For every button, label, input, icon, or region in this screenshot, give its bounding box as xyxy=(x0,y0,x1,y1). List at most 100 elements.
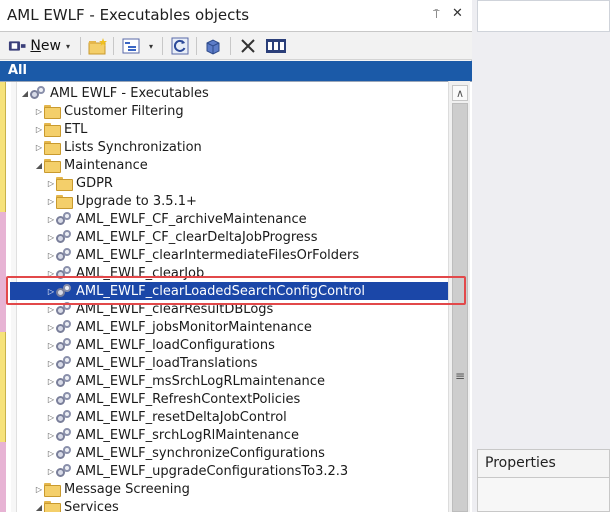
collapsed-arrow-icon[interactable]: ▷ xyxy=(46,377,56,386)
folder-icon xyxy=(56,195,73,209)
filter-label: All xyxy=(8,63,27,78)
tree-item-label: AML EWLF - Executables xyxy=(50,85,209,101)
collapsed-arrow-icon[interactable]: ▷ xyxy=(46,305,56,314)
delete-button[interactable] xyxy=(237,35,259,57)
tree-item-folder[interactable]: ◢ Maintenance xyxy=(34,156,444,174)
collapsed-arrow-icon[interactable]: ▷ xyxy=(46,449,56,458)
tree-item-label: Lists Synchronization xyxy=(64,139,202,155)
tree-item-executable[interactable]: ▷ AML_EWLF_synchronizeConfigurations xyxy=(46,444,444,462)
executable-icon xyxy=(56,410,72,424)
new-dropdown-caret-icon[interactable]: ▾ xyxy=(66,42,70,51)
toolbar: New ▾ ▾ xyxy=(0,32,472,60)
tree-item-label: Customer Filtering xyxy=(64,103,184,119)
tree-item-folder[interactable]: ▷ Upgrade to 3.5.1+ xyxy=(46,192,444,210)
folder-icon xyxy=(56,177,73,191)
executable-icon xyxy=(56,266,72,280)
folder-icon xyxy=(44,105,61,119)
properties-title: Properties xyxy=(485,455,556,471)
collapsed-arrow-icon[interactable]: ▷ xyxy=(46,215,56,224)
collapsed-arrow-icon[interactable]: ▷ xyxy=(34,485,44,494)
expanded-arrow-icon[interactable]: ◢ xyxy=(34,161,44,170)
tree-vertical-scrollbar[interactable]: ∧ ≡ xyxy=(448,81,470,512)
tree-item-folder[interactable]: ▷ GDPR xyxy=(46,174,444,192)
gutter-marker xyxy=(0,442,6,512)
collapsed-arrow-icon[interactable]: ▷ xyxy=(46,395,56,404)
tree-item-label: Message Screening xyxy=(64,481,190,497)
properties-panel-header[interactable]: Properties xyxy=(477,449,610,477)
collapsed-arrow-icon[interactable]: ▷ xyxy=(34,143,44,152)
toolbar-separator xyxy=(230,37,231,55)
toolbar-separator xyxy=(196,37,197,55)
executable-icon xyxy=(56,302,72,316)
properties-button[interactable] xyxy=(202,35,224,57)
executable-icon xyxy=(56,212,72,226)
tree-item-executable[interactable]: ▷ AML_EWLF_resetDeltaJobControl xyxy=(46,408,444,426)
tree-item-executable[interactable]: ▷ AML_EWLF_upgradeConfigurationsTo3.2.3 xyxy=(46,462,444,480)
collapsed-arrow-icon[interactable]: ▷ xyxy=(46,359,56,368)
collapsed-arrow-icon[interactable]: ▷ xyxy=(46,197,56,206)
scroll-up-icon[interactable]: ∧ xyxy=(452,85,468,101)
executable-icon xyxy=(56,464,72,478)
close-icon[interactable]: ✕ xyxy=(452,6,463,21)
rename-icon xyxy=(266,39,286,53)
tree-item-label: AML_EWLF_msSrchLogRLmaintenance xyxy=(76,373,325,389)
tree-item-label: AML_EWLF_clearIntermediateFilesOrFolders xyxy=(76,247,360,263)
tree-item-executable[interactable]: ▷ AML_EWLF_clearIntermediateFilesOrFolde… xyxy=(46,246,444,264)
properties-panel-body xyxy=(477,477,610,512)
rename-button[interactable] xyxy=(264,35,288,57)
tree-item-executable[interactable]: ▷ AML_EWLF_srchLogRlMaintenance xyxy=(46,426,444,444)
tree-item-executable[interactable]: ▷ AML_EWLF_clearJob xyxy=(46,264,444,282)
expanded-arrow-icon[interactable]: ◢ xyxy=(34,503,44,512)
tree-item-label: Maintenance xyxy=(64,157,148,173)
tree-item-folder[interactable]: ▷ Lists Synchronization xyxy=(34,138,444,156)
new-button-label: New xyxy=(30,38,61,54)
tree-item-executable[interactable]: ▷ AML_EWLF_clearResultDBLogs xyxy=(46,300,444,318)
collapsed-arrow-icon[interactable]: ▷ xyxy=(34,125,44,134)
tree-item-executable[interactable]: ▷ AML_EWLF_msSrchLogRLmaintenance xyxy=(46,372,444,390)
refresh-button[interactable] xyxy=(169,35,191,57)
tree-item-executable[interactable]: ▷ AML_EWLF_jobsMonitorMaintenance xyxy=(46,318,444,336)
new-folder-button[interactable] xyxy=(87,35,109,57)
tree-item-executable[interactable]: ▷ AML_EWLF_loadTranslations xyxy=(46,354,444,372)
tree-item-executable[interactable]: ▷ AML_EWLF_loadConfigurations xyxy=(46,336,444,354)
collapsed-arrow-icon[interactable]: ▷ xyxy=(46,323,56,332)
collapsed-arrow-icon[interactable]: ▷ xyxy=(46,341,56,350)
collapsed-arrow-icon[interactable]: ▷ xyxy=(46,233,56,242)
delete-icon xyxy=(241,39,255,53)
tree-item-folder[interactable]: ▷ Customer Filtering xyxy=(34,102,444,120)
executable-icon xyxy=(56,428,72,442)
collapsed-arrow-icon[interactable]: ▷ xyxy=(46,287,56,296)
tree-item-executable[interactable]: ▷ AML_EWLF_CF_archiveMaintenance xyxy=(46,210,444,228)
tree-item-folder[interactable]: ◢ Services xyxy=(34,498,444,512)
new-folder-icon xyxy=(88,38,107,55)
tree-root[interactable]: ◢ AML EWLF - Executables xyxy=(20,84,445,102)
tree-item-folder[interactable]: ▷ ETL xyxy=(34,120,444,138)
folder-icon xyxy=(44,123,61,137)
pin-icon[interactable]: ⍑ xyxy=(433,8,440,22)
tree-item-label: AML_EWLF_synchronizeConfigurations xyxy=(76,445,325,461)
tree-item-label: AML_EWLF_upgradeConfigurationsTo3.2.3 xyxy=(76,463,349,479)
tree-item-executable[interactable]: ▷ AML_EWLF_CF_clearDeltaJobProgress xyxy=(46,228,444,246)
filter-bar[interactable]: All xyxy=(0,61,472,81)
collapsed-arrow-icon[interactable]: ▷ xyxy=(46,413,56,422)
collapsed-arrow-icon[interactable]: ▷ xyxy=(46,179,56,188)
view-dropdown-button[interactable]: ▾ xyxy=(145,35,157,57)
collapsed-arrow-icon[interactable]: ▷ xyxy=(34,107,44,116)
tree-item-label: AML_EWLF_CF_archiveMaintenance xyxy=(76,211,307,227)
collapsed-arrow-icon[interactable]: ▷ xyxy=(46,251,56,260)
tree-item-executable[interactable]: ▷ AML_EWLF_RefreshContextPolicies xyxy=(46,390,444,408)
executable-icon xyxy=(56,248,72,262)
tree-item-label: AML_EWLF_jobsMonitorMaintenance xyxy=(76,319,312,335)
tree-item-folder[interactable]: ▷ Message Screening xyxy=(34,480,444,498)
scrollbar-thumb[interactable] xyxy=(452,103,468,512)
expanded-arrow-icon[interactable]: ◢ xyxy=(20,89,30,98)
new-button[interactable]: New ▾ xyxy=(8,35,70,57)
collapsed-arrow-icon[interactable]: ▷ xyxy=(46,467,56,476)
executables-panel: AML EWLF - Executables objects ⍑ ✕ New ▾ xyxy=(0,0,472,512)
tree-item-label: Upgrade to 3.5.1+ xyxy=(76,193,197,209)
collapsed-arrow-icon[interactable]: ▷ xyxy=(46,269,56,278)
view-button[interactable] xyxy=(120,35,142,57)
collapsed-arrow-icon[interactable]: ▷ xyxy=(46,431,56,440)
tree-item-executable-selected[interactable]: ▷ AML_EWLF_clearLoadedSearchConfigContro… xyxy=(10,282,462,300)
toolbar-separator xyxy=(113,37,114,55)
